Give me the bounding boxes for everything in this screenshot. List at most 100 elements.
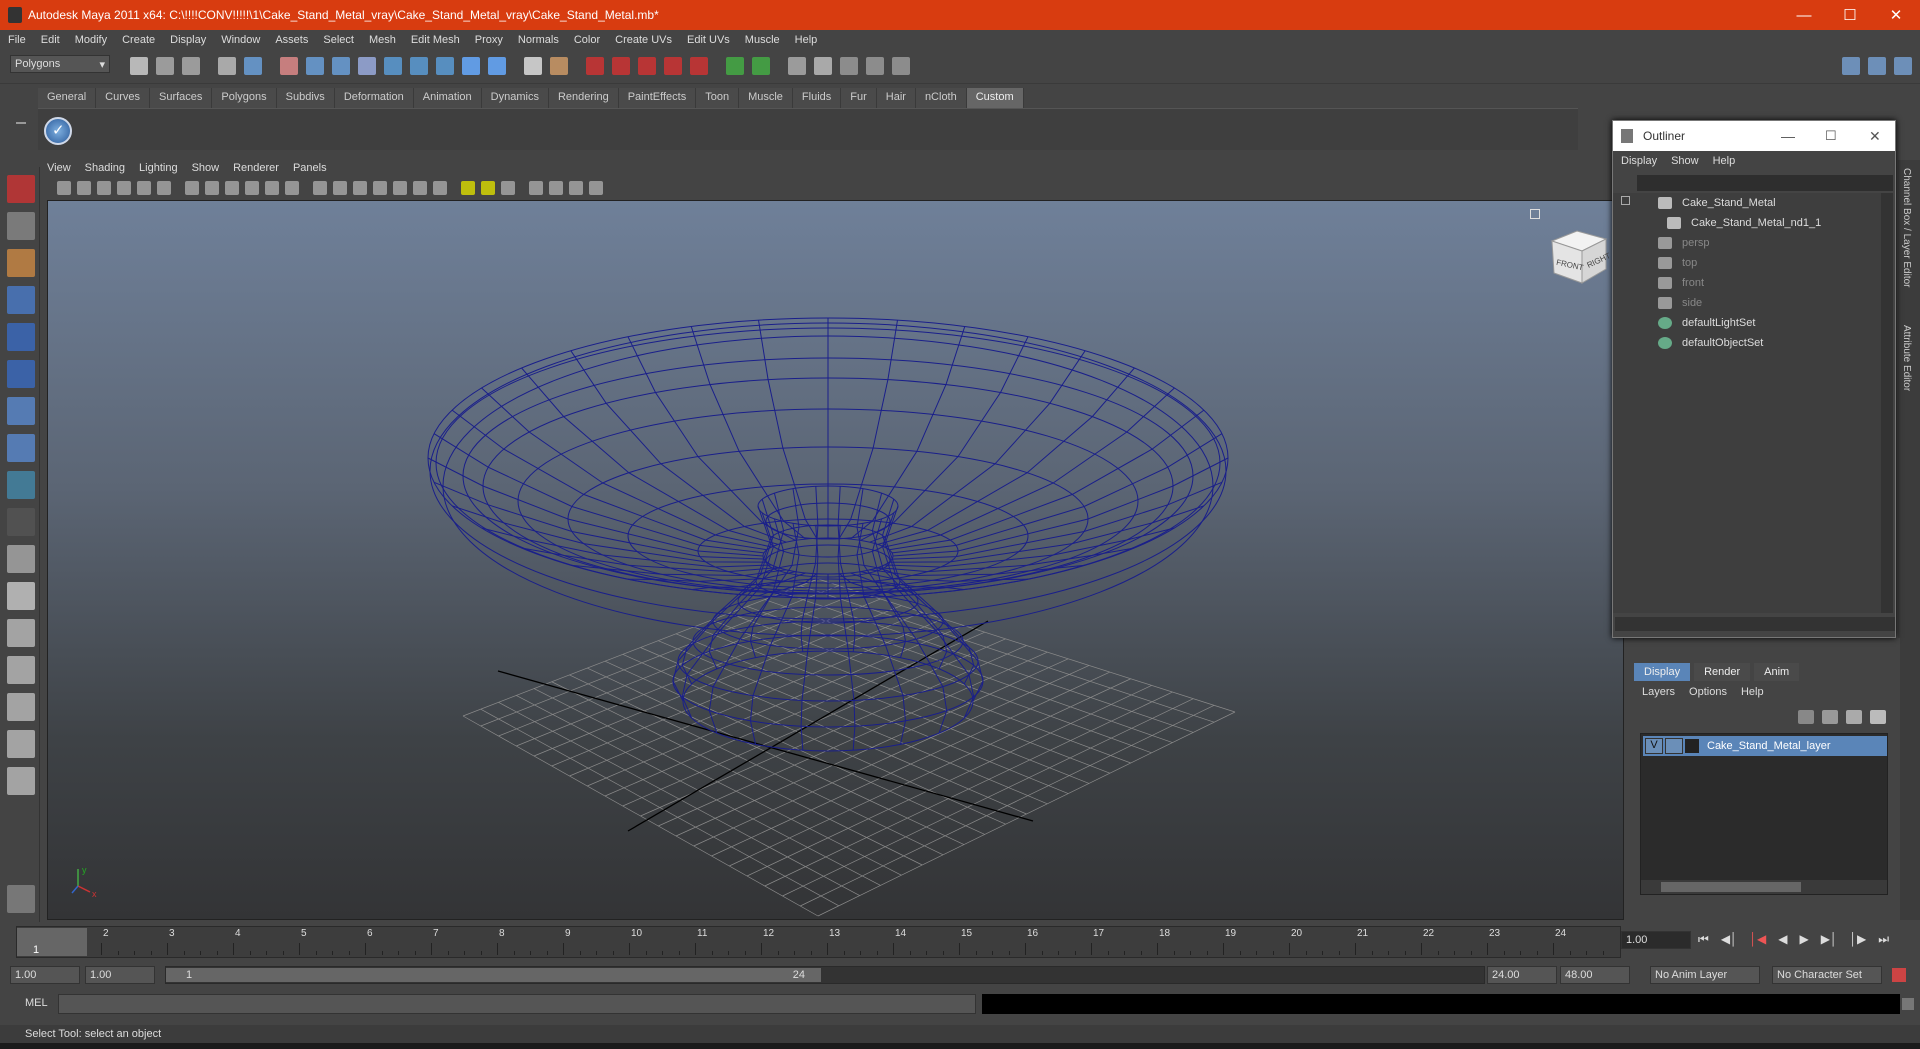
move-tool-icon[interactable] xyxy=(7,286,35,314)
panel-tool-icon-8[interactable] xyxy=(205,181,219,195)
status-tool-icon-15[interactable] xyxy=(524,57,542,75)
outliner-item[interactable]: defaultLightSet xyxy=(1613,313,1883,333)
shelf-tab-hair[interactable]: Hair xyxy=(876,88,916,108)
panel-tool-icon-1[interactable] xyxy=(57,181,71,195)
menu-modify[interactable]: Modify xyxy=(75,34,107,46)
panel-tool-icon-19[interactable] xyxy=(433,181,447,195)
playback-end-field[interactable]: 24.00 xyxy=(1487,966,1557,984)
menu-window[interactable]: Window xyxy=(221,34,260,46)
anim-layer-dropdown[interactable]: No Anim Layer xyxy=(1650,966,1760,984)
status-tool-icon-6[interactable] xyxy=(280,57,298,75)
status-tool-icon-11[interactable] xyxy=(410,57,428,75)
panel-menu-show[interactable]: Show xyxy=(192,162,220,174)
status-tool-icon-8[interactable] xyxy=(332,57,350,75)
shelf-tab-painteffects[interactable]: PaintEffects xyxy=(618,88,697,108)
panel-tool-icon-24[interactable] xyxy=(549,181,563,195)
command-input[interactable] xyxy=(58,994,976,1014)
panel-tool-icon-26[interactable] xyxy=(589,181,603,195)
menu-normals[interactable]: Normals xyxy=(518,34,559,46)
animation-end-field[interactable]: 48.00 xyxy=(1560,966,1630,984)
layer-menu-options[interactable]: Options xyxy=(1689,686,1727,698)
panel-tool-icon-16[interactable] xyxy=(373,181,387,195)
panel-tool-icon-21[interactable] xyxy=(481,181,495,195)
panel-tool-icon-5[interactable] xyxy=(137,181,151,195)
status-tool-icon-19[interactable] xyxy=(638,57,656,75)
menu-edit[interactable]: Edit xyxy=(41,34,60,46)
scrollbar-thumb[interactable] xyxy=(1661,882,1801,892)
status-tool-icon-18[interactable] xyxy=(612,57,630,75)
panel-tool-icon-23[interactable] xyxy=(529,181,543,195)
layer-menu-layers[interactable]: Layers xyxy=(1642,686,1675,698)
outliner-menu-show[interactable]: Show xyxy=(1671,155,1699,167)
menu-select[interactable]: Select xyxy=(323,34,354,46)
scale-tool-icon[interactable] xyxy=(7,360,35,388)
outliner-item[interactable]: front xyxy=(1613,273,1883,293)
shelf-tab-toon[interactable]: Toon xyxy=(696,88,740,108)
step-back-frame-icon[interactable]: │◀ xyxy=(1750,932,1767,947)
status-tool-icon-25[interactable] xyxy=(814,57,832,75)
layout-toggle-icon-3[interactable] xyxy=(1894,57,1912,75)
status-tool-icon-14[interactable] xyxy=(488,57,506,75)
layout-toggle-icon-1[interactable] xyxy=(1842,57,1860,75)
panel-tool-icon-25[interactable] xyxy=(569,181,583,195)
channel-box-tab[interactable]: Channel Box / Layer Editor xyxy=(1901,168,1912,288)
status-tool-icon-7[interactable] xyxy=(306,57,324,75)
status-tool-icon-21[interactable] xyxy=(690,57,708,75)
status-tool-icon-16[interactable] xyxy=(550,57,568,75)
play-forwards-icon[interactable]: ▶ xyxy=(1800,932,1809,947)
layer-stack-icon[interactable] xyxy=(1822,710,1838,724)
hypershade-layout-icon[interactable] xyxy=(7,693,35,721)
status-tool-icon-1[interactable] xyxy=(130,57,148,75)
status-tool-icon-27[interactable] xyxy=(866,57,884,75)
single-perspective-layout-icon[interactable] xyxy=(7,545,35,573)
attribute-editor-tab[interactable]: Attribute Editor xyxy=(1901,325,1912,391)
last-tool-icon[interactable] xyxy=(7,508,35,536)
outliner-menu-help[interactable]: Help xyxy=(1713,155,1736,167)
step-forward-frame-icon[interactable]: ▶│ xyxy=(1821,932,1838,947)
menu-display[interactable]: Display xyxy=(170,34,206,46)
range-slider-handle[interactable]: 1 24 xyxy=(166,968,821,982)
menu-proxy[interactable]: Proxy xyxy=(475,34,503,46)
status-tool-icon-23[interactable] xyxy=(752,57,770,75)
panel-tool-icon-22[interactable] xyxy=(501,181,515,195)
close-icon[interactable]: ✕ xyxy=(1873,0,1919,30)
select-tool-icon[interactable] xyxy=(7,175,35,203)
shelf-tab-muscle[interactable]: Muscle xyxy=(739,88,793,108)
panel-tool-icon-17[interactable] xyxy=(393,181,407,195)
playback-start-field[interactable]: 1.00 xyxy=(85,966,155,984)
minimize-icon[interactable]: — xyxy=(1781,0,1827,30)
animation-start-field[interactable]: 1.00 xyxy=(10,966,80,984)
maximize-icon[interactable]: ☐ xyxy=(1825,128,1837,144)
outliner-layout-icon[interactable] xyxy=(7,730,35,758)
status-tool-icon-26[interactable] xyxy=(840,57,858,75)
status-tool-icon-9[interactable] xyxy=(358,57,376,75)
menu-edit-mesh[interactable]: Edit Mesh xyxy=(411,34,460,46)
command-language-label[interactable]: MEL xyxy=(25,997,48,1009)
mode-selector[interactable]: Polygons ▾ xyxy=(10,55,110,73)
layer-tab-render[interactable]: Render xyxy=(1694,663,1751,681)
shelf-tab-fur[interactable]: Fur xyxy=(841,88,877,108)
panel-tool-icon-11[interactable] xyxy=(265,181,279,195)
panel-tool-icon-12[interactable] xyxy=(285,181,299,195)
shelf-tab-custom[interactable]: Custom xyxy=(966,88,1024,108)
outliner-item[interactable]: persp xyxy=(1613,233,1883,253)
minimize-icon[interactable]: — xyxy=(1781,128,1795,144)
panel-tool-icon-4[interactable] xyxy=(117,181,131,195)
menu-muscle[interactable]: Muscle xyxy=(745,34,780,46)
layer-row[interactable]: V Cake_Stand_Metal_layer xyxy=(1643,736,1887,756)
panel-tool-icon-14[interactable] xyxy=(333,181,347,195)
layer-menu-help[interactable]: Help xyxy=(1741,686,1764,698)
status-tool-icon-22[interactable] xyxy=(726,57,744,75)
persp-graph-layout-icon[interactable] xyxy=(7,656,35,684)
new-layer-icon[interactable] xyxy=(1846,710,1862,724)
manipulator-tool-icon[interactable] xyxy=(7,397,35,425)
panel-tool-icon-7[interactable] xyxy=(185,181,199,195)
layer-playback-toggle[interactable] xyxy=(1665,738,1683,754)
go-to-end-icon[interactable]: ⏭ xyxy=(1878,932,1889,947)
shelf-tab-curves[interactable]: Curves xyxy=(96,88,150,108)
panel-tool-icon-10[interactable] xyxy=(245,181,259,195)
perspective-viewport[interactable]: y x FRONT RIGHT xyxy=(47,200,1624,920)
layer-color-swatch[interactable] xyxy=(1685,739,1699,753)
current-frame-marker[interactable]: 1 xyxy=(17,928,87,956)
menu-help[interactable]: Help xyxy=(795,34,818,46)
